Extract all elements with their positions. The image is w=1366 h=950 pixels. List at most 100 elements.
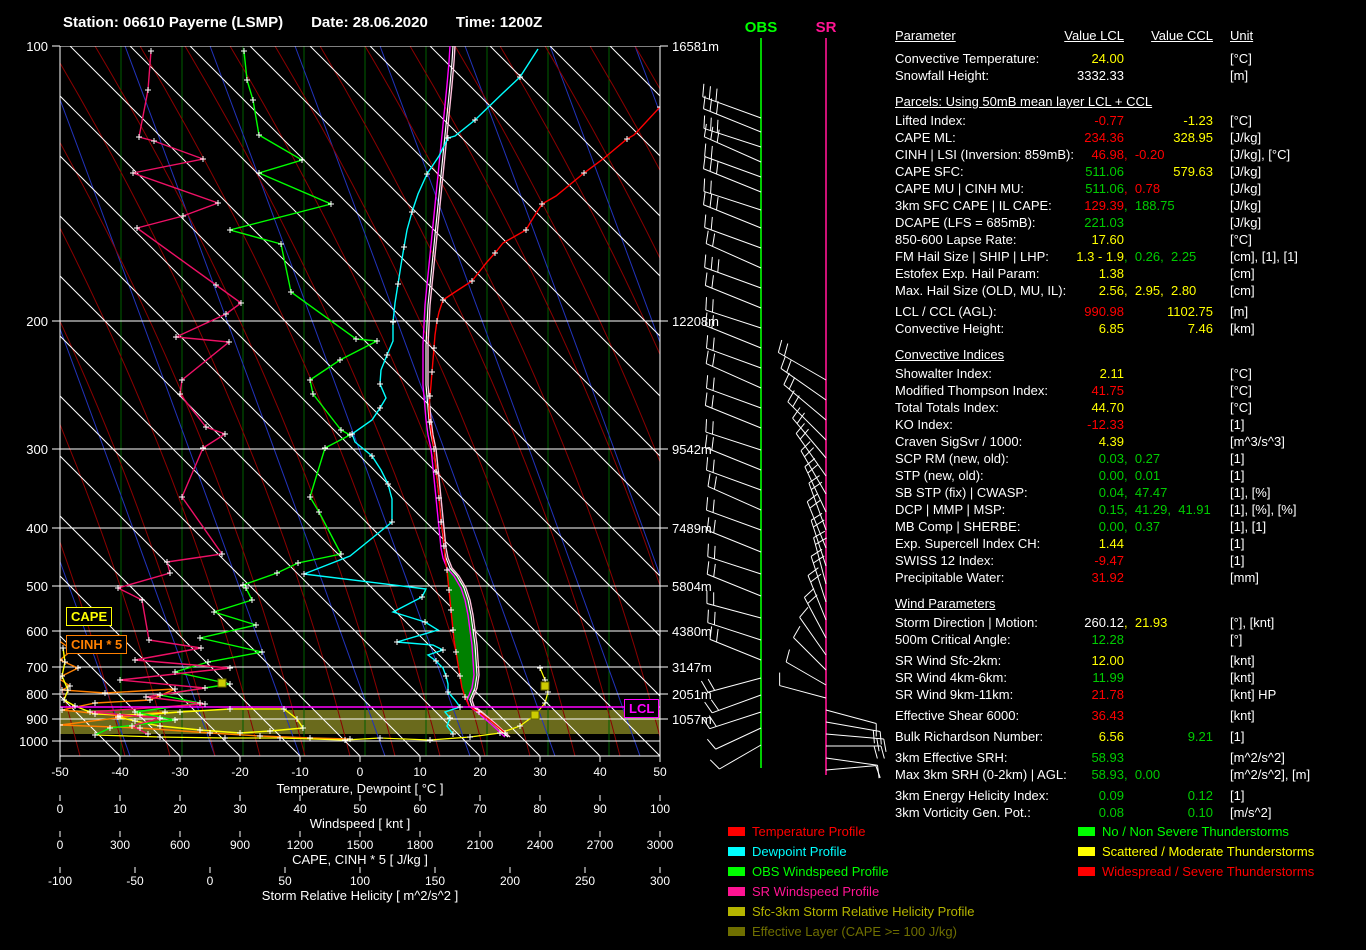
value-extra: , 0.37 [1124, 519, 1161, 534]
svg-text:50: 50 [278, 874, 292, 888]
svg-text:16581m: 16581m [672, 39, 719, 54]
svg-text:70: 70 [473, 802, 487, 816]
value-lcl: 44.70 [1091, 400, 1124, 415]
svg-text:150: 150 [425, 874, 445, 888]
svg-text:1057m: 1057m [672, 712, 712, 727]
value-ccl: 0.12 [1187, 788, 1213, 803]
unit-label: [knt] HP [1230, 687, 1277, 702]
legend-label: No / Non Severe Thunderstorms [1102, 824, 1289, 839]
legend-label: Effective Layer (CAPE >= 100 J/kg) [752, 924, 957, 939]
svg-text:1800: 1800 [407, 838, 434, 852]
section-title: Parcels: Using 50mB mean layer LCL + CCL [895, 94, 1153, 109]
svg-text:-20: -20 [231, 765, 249, 779]
svg-text:0: 0 [57, 802, 64, 816]
svg-text:40: 40 [593, 765, 607, 779]
value-lcl: 0.04 [1098, 485, 1124, 500]
unit-label: [1] [1230, 451, 1245, 466]
unit-label: [°] [1230, 632, 1243, 647]
value-lcl: 1.44 [1098, 536, 1124, 551]
svg-text:2100: 2100 [467, 838, 494, 852]
table-row: Max 3km SRH (0-2km) | AGL: 58.93, 0.00 [m^… [895, 767, 1361, 784]
table-row: SR Wind Sfc-2km: 12.00 [knt] [895, 653, 1361, 670]
value-lcl: 129.39 [1084, 198, 1124, 213]
svg-text:5804m: 5804m [672, 579, 712, 594]
value-lcl: 41.75 [1091, 383, 1124, 398]
table-row: Estofex Exp. Hail Param: 1.38 [cm] [895, 266, 1361, 283]
table-row: KO Index: -12.33 [1] [895, 417, 1361, 434]
unit-label: [J/kg] [1230, 164, 1262, 179]
legend-color-chip [728, 907, 745, 916]
unit-label: [knt] [1230, 653, 1255, 668]
unit-label: [1] [1230, 553, 1245, 568]
value-ccl: -1.23 [1183, 113, 1213, 128]
unit-label: [J/kg], [°C] [1230, 147, 1291, 162]
unit-label: [m] [1230, 304, 1249, 319]
svg-text:30: 30 [233, 802, 247, 816]
unit-label: [1], [%], [%] [1230, 502, 1297, 517]
value-lcl: 21.78 [1091, 687, 1124, 702]
svg-text:1500: 1500 [347, 838, 374, 852]
svg-text:100: 100 [650, 802, 670, 816]
legend-color-chip [728, 867, 745, 876]
svg-text:200: 200 [26, 314, 48, 329]
svg-text:0: 0 [57, 838, 64, 852]
value-ccl: 328.95 [1173, 130, 1213, 145]
svg-text:20: 20 [473, 765, 487, 779]
value-lcl: 36.43 [1091, 708, 1124, 723]
unit-label: [m] [1230, 68, 1249, 83]
table-row: SR Wind 4km-6km: 11.99 [knt] [895, 670, 1361, 687]
value-lcl: 24.00 [1091, 51, 1124, 66]
svg-text:Temperature, Dewpoint [ °C ]: Temperature, Dewpoint [ °C ] [276, 781, 443, 796]
svg-text:60: 60 [413, 802, 427, 816]
unit-label: [°], [knt] [1230, 615, 1275, 630]
svg-text:3147m: 3147m [672, 660, 712, 675]
x-axes: -50 -40 -30 -20 -10 0 10 20 30 40 50Temperature, D… [48, 756, 674, 903]
unit-label: [m^2/s^2], [m] [1230, 767, 1311, 782]
legend-label: Widespread / Severe Thunderstorms [1102, 864, 1315, 879]
value-lcl: 2.11 [1099, 366, 1124, 381]
svg-text:500: 500 [26, 579, 48, 594]
unit-label: [1] [1230, 536, 1245, 551]
unit-label: [°C] [1230, 232, 1252, 247]
svg-text:3000: 3000 [647, 838, 674, 852]
unit-label: [°C] [1230, 400, 1252, 415]
table-row: 3km Effective SRH: 58.93 [m^2/s^2] [895, 750, 1361, 767]
table-row: Max. Hail Size (OLD, MU, IL): 2.56, 2.95,… [895, 283, 1361, 300]
legend-label: Temperature Profile [752, 824, 866, 839]
value-extra: , -0.20 [1124, 147, 1165, 162]
table-row: CAPE MU | CINH MU: 511.06, 0.78 [J/kg] [895, 181, 1361, 198]
table-row: SR Wind 9km-11km: 21.78 [knt] HP [895, 687, 1361, 704]
svg-text:2700: 2700 [587, 838, 614, 852]
unit-label: [knt] [1230, 708, 1255, 723]
table-row: Craven SigSvr / 1000: 4.39 [m^3/s^3] [895, 434, 1361, 451]
value-lcl: 0.15 [1098, 502, 1124, 517]
svg-text:SR: SR [816, 19, 837, 36]
section-title: Convective Indices [895, 347, 1005, 362]
svg-text:2400: 2400 [527, 838, 554, 852]
unit-label: [cm] [1230, 283, 1255, 298]
svg-text:900: 900 [230, 838, 250, 852]
unit-label: [°C] [1230, 383, 1252, 398]
value-lcl: 2.56 [1098, 283, 1124, 298]
legend-color-chip [728, 827, 745, 836]
unit-label: [m^2/s^2] [1230, 750, 1285, 765]
svg-text:0: 0 [207, 874, 214, 888]
table-row: SB STP (fix) | CWASP: 0.04, 47.47 [1], [%] [895, 485, 1361, 502]
value-lcl: 58.93 [1091, 750, 1124, 765]
unit-label: [°C] [1230, 366, 1252, 381]
svg-text:CAPE, CINH * 5 [ J/kg ]: CAPE, CINH * 5 [ J/kg ] [292, 852, 428, 867]
value-ccl: 7.46 [1187, 321, 1213, 336]
svg-text:800: 800 [26, 687, 48, 702]
svg-text:-100: -100 [48, 874, 72, 888]
table-row: 500m Critical Angle: 12.28 [°] [895, 632, 1361, 649]
profiles [60, 46, 660, 741]
cinh-label: CINH * 5 [66, 635, 128, 654]
table-row: Showalter Index: 2.11 [°C] [895, 366, 1361, 383]
svg-text:80: 80 [533, 802, 547, 816]
svg-text:400: 400 [26, 521, 48, 536]
table-row: Bulk Richardson Number: 6.56 9.21 [1] [895, 729, 1361, 746]
legend-label: Dewpoint Profile [752, 844, 847, 859]
unit-label: [°C] [1230, 113, 1252, 128]
legend-label: SR Windspeed Profile [752, 884, 880, 899]
svg-text:-50: -50 [126, 874, 144, 888]
